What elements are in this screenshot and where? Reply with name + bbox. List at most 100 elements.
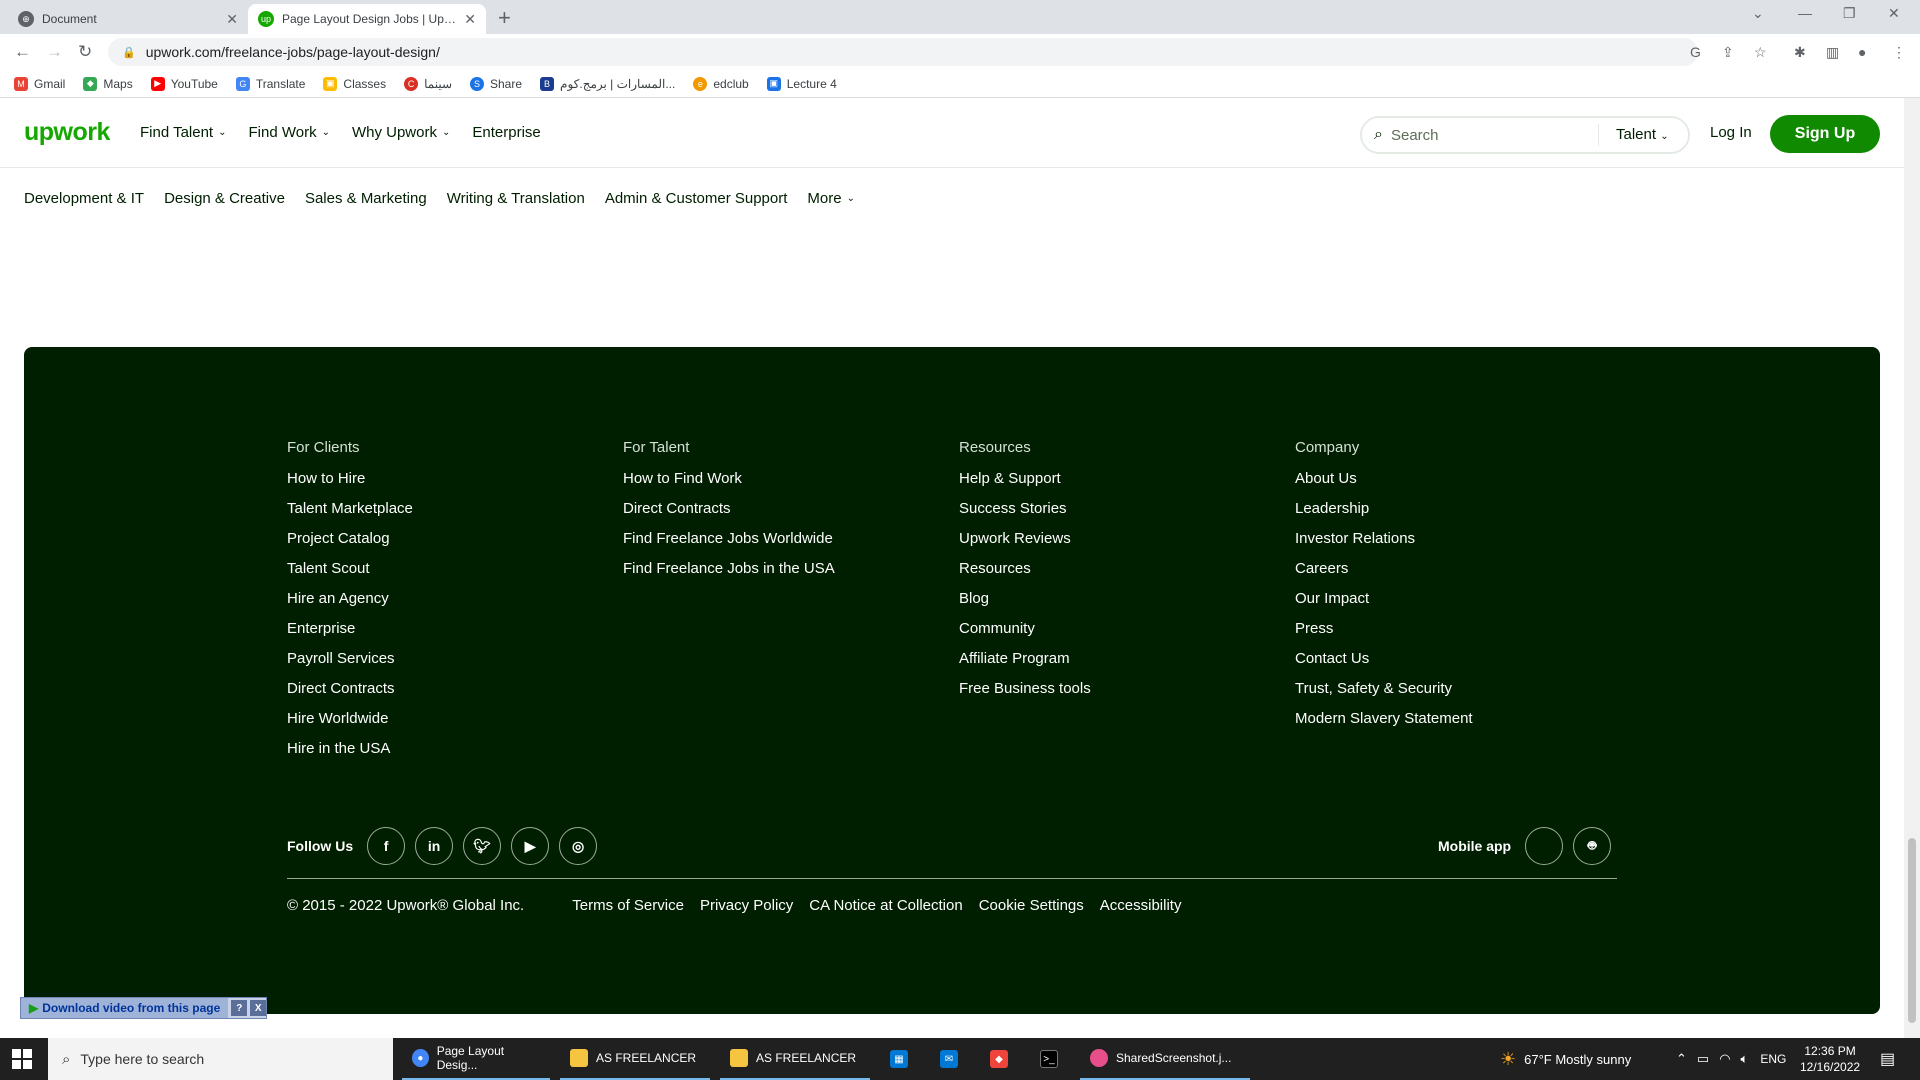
volume-icon[interactable]: 🔈︎ [1741,1051,1749,1067]
footer-link[interactable]: About Us [1295,470,1625,500]
close-window-button[interactable]: ✕ [1888,5,1900,22]
taskbar-app-anydesk[interactable]: ◆ [980,1038,1026,1080]
login-link[interactable]: Log In [1710,124,1752,141]
footer-link[interactable]: Find Freelance Jobs in the USA [623,560,953,590]
search-input[interactable]: ⌕ Search Talent ⌄ [1360,116,1690,154]
restore-button[interactable]: ❐ [1843,5,1856,22]
footer-link[interactable]: Free Business tools [959,680,1289,710]
footer-link[interactable]: Resources [959,560,1289,590]
bookmark-star-icon[interactable]: ☆ [1754,44,1767,61]
taskbar-app-folder-2[interactable]: AS FREELANCER [720,1038,870,1080]
footer-link[interactable]: Contact Us [1295,650,1625,680]
bookmark-cinema[interactable]: C سينما [404,76,452,91]
windows-start-icon[interactable] [12,1049,32,1069]
close-download-bar-button[interactable]: X [250,1000,267,1016]
ca-notice-link[interactable]: CA Notice at Collection [809,897,962,914]
lock-icon[interactable]: 🔒 [122,46,136,59]
browser-tab-upwork[interactable]: up Page Layout Design Jobs | Upwork ✕ [248,4,486,34]
bookmark-maps[interactable]: ◆ Maps [83,76,133,91]
youtube-icon[interactable]: ▶ [511,827,550,865]
footer-link[interactable]: Community [959,620,1289,650]
forward-icon[interactable]: → [46,42,63,62]
language-indicator[interactable]: ENG [1760,1052,1786,1066]
category-design-creative[interactable]: Design & Creative [164,190,285,207]
footer-link[interactable]: How to Find Work [623,470,953,500]
footer-link[interactable]: Modern Slavery Statement [1295,710,1625,740]
instagram-icon[interactable]: ◎ [559,827,598,865]
wifi-icon[interactable]: ◠ [1719,1051,1730,1067]
footer-link[interactable]: Project Catalog [287,530,617,560]
footer-link[interactable]: Hire in the USA [287,740,617,770]
notifications-icon[interactable]: ▤ [1880,1038,1895,1080]
footer-link[interactable]: Our Impact [1295,590,1625,620]
taskbar-app-mail[interactable]: ✉ [930,1038,976,1080]
twitter-icon[interactable]: 🐦︎ [463,827,502,865]
footer-link[interactable]: Press [1295,620,1625,650]
bookmark-youtube[interactable]: ▶ YouTube [150,76,218,91]
footer-link[interactable]: Help & Support [959,470,1289,500]
footer-link[interactable]: How to Hire [287,470,617,500]
footer-link[interactable]: Trust, Safety & Security [1295,680,1625,710]
browser-tab-document[interactable]: ⊕ Document ✕ [8,4,248,34]
facebook-icon[interactable]: f [367,827,406,865]
signup-button[interactable]: Sign Up [1770,115,1880,153]
bookmark-lecture-4[interactable]: ▣ Lecture 4 [766,76,837,91]
weather-widget[interactable]: ☀ 67°F Mostly sunny [1500,1038,1631,1080]
bookmark-masarat[interactable]: B المسارات | برمج.كوم... [540,76,675,91]
category-development-it[interactable]: Development & IT [24,190,144,207]
category-writing-translation[interactable]: Writing & Translation [447,190,585,207]
profile-icon[interactable]: ● [1858,44,1866,60]
footer-link[interactable]: Hire an Agency [287,590,617,620]
nav-why-upwork[interactable]: Why Upwork ⌄ [352,124,450,141]
footer-link[interactable]: Careers [1295,560,1625,590]
close-tab-icon[interactable]: ✕ [226,11,238,28]
extensions-icon[interactable]: ✱ [1794,44,1806,61]
footer-link[interactable]: Hire Worldwide [287,710,617,740]
footer-link[interactable]: Payroll Services [287,650,617,680]
bookmark-share[interactable]: S Share [470,76,522,91]
close-tab-icon[interactable]: ✕ [464,11,476,28]
footer-link[interactable]: Direct Contracts [623,500,953,530]
page-scrollbar[interactable] [1904,98,1920,1038]
side-panel-icon[interactable]: ▥ [1826,44,1839,61]
footer-link[interactable]: Investor Relations [1295,530,1625,560]
bookmark-classes[interactable]: ▣ Classes [323,76,386,91]
battery-icon[interactable]: ▭ [1697,1051,1709,1067]
address-bar[interactable]: 🔒 upwork.com/freelance-jobs/page-layout-… [108,38,1698,66]
google-icon[interactable]: G [1690,44,1701,60]
taskbar-app-chrome[interactable]: ● Page Layout Desig... [402,1038,550,1080]
reload-icon[interactable]: ↻ [78,42,92,62]
terms-link[interactable]: Terms of Service [572,897,684,914]
footer-link[interactable]: Upwork Reviews [959,530,1289,560]
share-icon[interactable]: ⇪ [1722,44,1734,61]
upwork-logo[interactable]: upwork [24,118,110,147]
bookmark-edclub[interactable]: e edclub [693,76,749,91]
footer-link[interactable]: Affiliate Program [959,650,1289,680]
footer-link[interactable]: Blog [959,590,1289,620]
bookmark-gmail[interactable]: M Gmail [14,76,65,91]
footer-link[interactable]: Find Freelance Jobs Worldwide [623,530,953,560]
tab-search-icon[interactable]: ⌄ [1752,5,1764,22]
help-button[interactable]: ? [231,1000,248,1016]
search-scope-dropdown[interactable]: Talent ⌄ [1616,126,1669,143]
linkedin-icon[interactable]: in [415,827,454,865]
footer-link[interactable]: Success Stories [959,500,1289,530]
taskbar-app-terminal[interactable]: >_ [1030,1038,1076,1080]
clock[interactable]: 12:36 PM 12/16/2022 [1800,1043,1860,1075]
category-admin-support[interactable]: Admin & Customer Support [605,190,788,207]
minimize-button[interactable]: — [1798,5,1812,21]
taskbar-app-paint[interactable]: SharedScreenshot.j... [1080,1038,1250,1080]
nav-find-work[interactable]: Find Work ⌄ [249,124,330,141]
footer-link[interactable]: Enterprise [287,620,617,650]
android-icon[interactable]: 🤖︎ [1573,827,1612,865]
nav-enterprise[interactable]: Enterprise [472,124,540,141]
privacy-link[interactable]: Privacy Policy [700,897,793,914]
footer-link[interactable]: Talent Marketplace [287,500,617,530]
taskbar-app-folder-1[interactable]: AS FREELANCER [560,1038,710,1080]
taskbar-search-input[interactable]: ⌕ Type here to search [48,1038,393,1080]
scrollbar-thumb[interactable] [1908,838,1916,1023]
cookie-settings-link[interactable]: Cookie Settings [979,897,1084,914]
footer-link[interactable]: Leadership [1295,500,1625,530]
new-tab-button[interactable]: + [498,5,511,31]
chevron-up-icon[interactable]: ⌃ [1676,1051,1687,1067]
